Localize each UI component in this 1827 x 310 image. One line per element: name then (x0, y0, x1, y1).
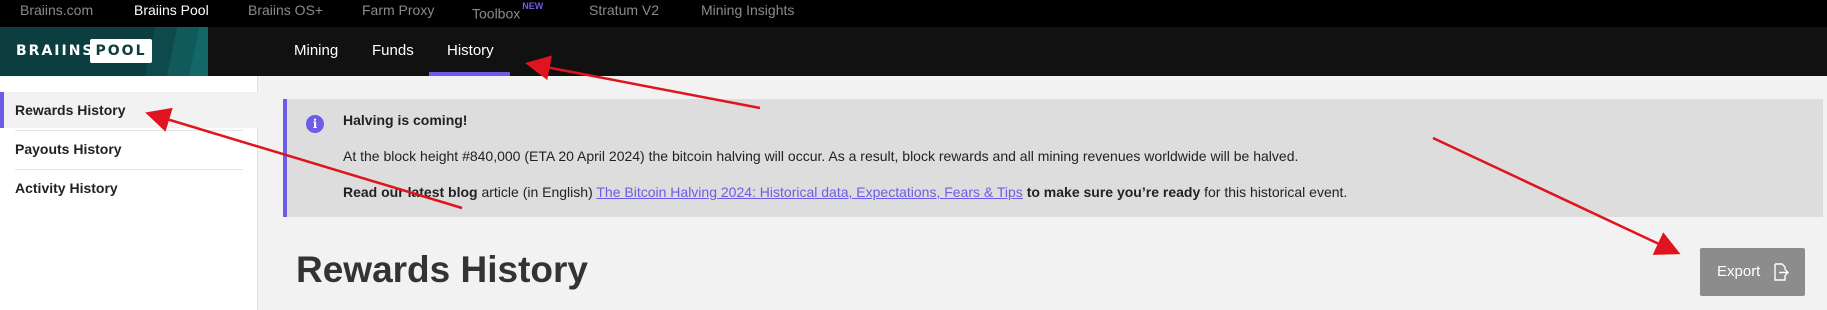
top-nav-braiins-com[interactable]: Braiins.com (20, 2, 93, 19)
braiins-pool-logo[interactable]: BRAIINS POOL (0, 27, 208, 76)
notice-bold-start: Read our latest blog (343, 184, 478, 200)
top-nav-braiins-pool[interactable]: Braiins Pool (134, 2, 209, 19)
notice-blog-line: Read our latest blog article (in English… (343, 184, 1347, 200)
tab-mining[interactable]: Mining (294, 42, 338, 59)
halving-notice: i Halving is coming! At the block height… (283, 99, 1823, 217)
top-nav-toolbox[interactable]: Toolbox NEW (472, 1, 544, 23)
top-nav-mining-insights[interactable]: Mining Insights (701, 2, 794, 19)
info-icon: i (306, 115, 324, 133)
tab-history[interactable]: History (447, 42, 494, 59)
pool-header: BRAIINS POOL Mining Funds History (0, 27, 1827, 76)
top-nav-toolbox-label: Toolbox (472, 5, 521, 22)
export-label: Export (1717, 263, 1761, 280)
new-badge: NEW (522, 1, 544, 11)
export-icon (1774, 263, 1789, 281)
network-bar: Braiins.com Braiins Pool Braiins OS+ Far… (0, 0, 1827, 27)
logo-pool-badge: POOL (90, 39, 152, 63)
tab-funds[interactable]: Funds (372, 42, 414, 59)
export-button[interactable]: Export (1700, 248, 1805, 296)
notice-bold-end: to make sure you’re ready (1022, 184, 1201, 200)
active-tab-indicator (429, 72, 510, 76)
top-nav-stratum-v2[interactable]: Stratum V2 (589, 2, 659, 19)
top-nav-braiins-os[interactable]: Braiins OS+ (248, 2, 323, 19)
notice-title: Halving is coming! (343, 112, 468, 128)
notice-body: At the block height #840,000 (ETA 20 Apr… (343, 148, 1299, 164)
sidebar-item-rewards-history[interactable]: Rewards History (0, 92, 258, 128)
top-nav-farm-proxy[interactable]: Farm Proxy (362, 2, 434, 19)
logo-wordmark: BRAIINS (16, 43, 95, 59)
history-sidebar: Rewards History Payouts History Activity… (0, 76, 258, 310)
notice-text-end: for this historical event. (1200, 184, 1348, 200)
blog-article-link[interactable]: The Bitcoin Halving 2024: Historical dat… (596, 184, 1022, 200)
notice-text-middle: article (in English) (477, 184, 597, 200)
sidebar-item-payouts-history[interactable]: Payouts History (0, 131, 258, 167)
sidebar-item-activity-history[interactable]: Activity History (0, 170, 258, 206)
page-title: Rewards History (296, 249, 588, 290)
